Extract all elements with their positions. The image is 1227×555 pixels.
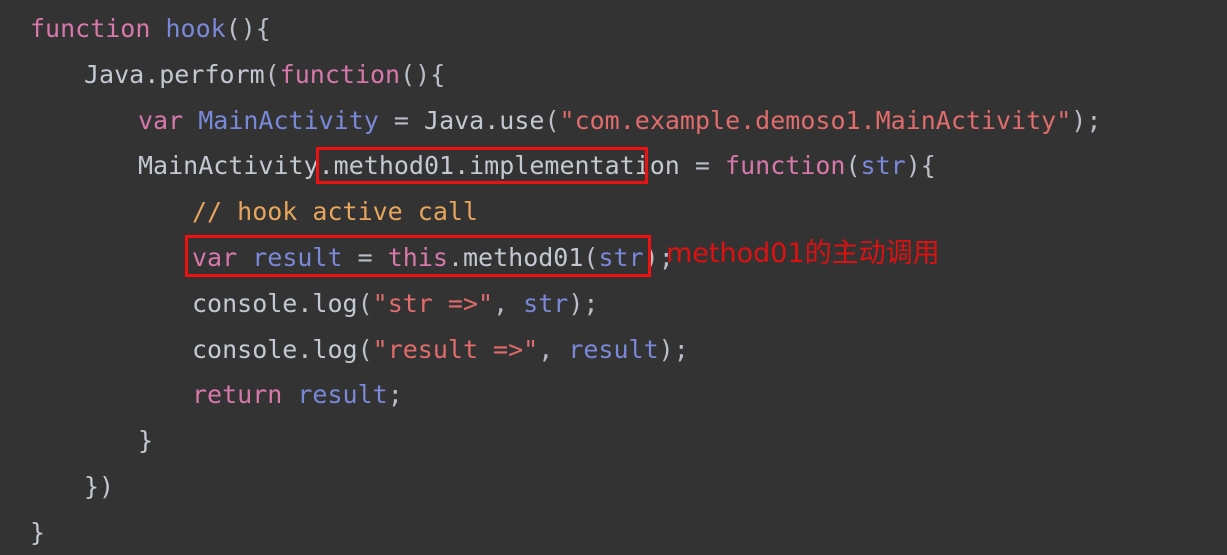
argument-result: result bbox=[568, 334, 659, 364]
operator-equals: = bbox=[357, 242, 373, 272]
identifier-result: result bbox=[297, 380, 388, 410]
operator-equals: = bbox=[694, 151, 710, 181]
punctuation: ( bbox=[583, 242, 599, 272]
punctuation: (){ bbox=[400, 59, 446, 89]
keyword-return: return bbox=[192, 380, 283, 410]
punctuation: ); bbox=[658, 334, 689, 364]
punctuation: ); bbox=[1071, 105, 1102, 135]
punctuation-comma: , bbox=[493, 288, 524, 318]
code-line-10: } bbox=[0, 418, 1227, 464]
argument-str: str bbox=[523, 288, 569, 318]
string-class-name: "com.example.demoso1.MainActivity" bbox=[559, 105, 1072, 135]
code-line-11: }) bbox=[0, 464, 1227, 510]
string-str-label: "str =>" bbox=[372, 288, 494, 318]
argument-str: str bbox=[598, 242, 644, 272]
code-line-5: // hook active call bbox=[0, 189, 1227, 235]
punctuation: ){ bbox=[905, 151, 936, 181]
code-line-4: MainActivity.method01.implementation = f… bbox=[0, 143, 1227, 189]
code-line-9: return result; bbox=[0, 372, 1227, 418]
closing-brace: } bbox=[30, 517, 46, 547]
punctuation: ( bbox=[544, 105, 560, 135]
code-line-3: var MainActivity = Java.use("com.example… bbox=[0, 98, 1227, 144]
code-line-6: var result = this.method01(str); bbox=[0, 235, 1227, 281]
punctuation: ( bbox=[845, 151, 861, 181]
annotation-note: method01的主动调用 bbox=[666, 238, 940, 269]
java-perform-call: Java.perform bbox=[84, 59, 265, 89]
code-screenshot: function hook(){ Java.perform(function()… bbox=[0, 0, 1227, 555]
keyword-var: var bbox=[192, 242, 238, 272]
closing-brace-paren: }) bbox=[84, 471, 115, 501]
punctuation: ( bbox=[357, 288, 373, 318]
operator-equals: = bbox=[393, 105, 409, 135]
punctuation-comma: , bbox=[538, 334, 569, 364]
code-block: function hook(){ Java.perform(function()… bbox=[0, 0, 1227, 555]
keyword-var: var bbox=[138, 105, 184, 135]
punctuation: ( bbox=[264, 59, 280, 89]
java-use-call: Java.use bbox=[424, 105, 545, 135]
keyword-function: function bbox=[279, 59, 401, 89]
member-implementation: method01.implementation bbox=[333, 151, 680, 181]
closing-brace: } bbox=[138, 426, 154, 456]
console-log-call: console.log bbox=[192, 334, 358, 364]
string-result-label: "result =>" bbox=[372, 334, 539, 364]
object-mainactivity: MainActivity. bbox=[138, 151, 334, 181]
method-method01: method01 bbox=[463, 242, 584, 272]
code-line-8: console.log("result =>", result); bbox=[0, 327, 1227, 373]
parameter-str: str bbox=[860, 151, 906, 181]
punctuation-dot: . bbox=[447, 242, 463, 272]
code-line-7: console.log("str =>", str); bbox=[0, 281, 1227, 327]
identifier-mainactivity: MainActivity bbox=[198, 105, 379, 135]
keyword-this: this bbox=[387, 242, 448, 272]
punctuation: ); bbox=[568, 288, 599, 318]
code-line-1: function hook(){ bbox=[0, 6, 1227, 52]
keyword-function: function bbox=[725, 151, 846, 181]
function-name-hook: hook bbox=[165, 14, 226, 43]
punctuation: (){ bbox=[225, 14, 271, 43]
code-line-12: } bbox=[0, 510, 1227, 555]
code-line-2: Java.perform(function(){ bbox=[0, 52, 1227, 98]
console-log-call: console.log bbox=[192, 288, 358, 318]
punctuation: ( bbox=[357, 334, 373, 364]
punctuation: ; bbox=[387, 380, 403, 410]
keyword-function: function bbox=[30, 14, 151, 43]
identifier-result: result bbox=[252, 242, 343, 272]
comment-hook-active-call: // hook active call bbox=[192, 197, 478, 227]
